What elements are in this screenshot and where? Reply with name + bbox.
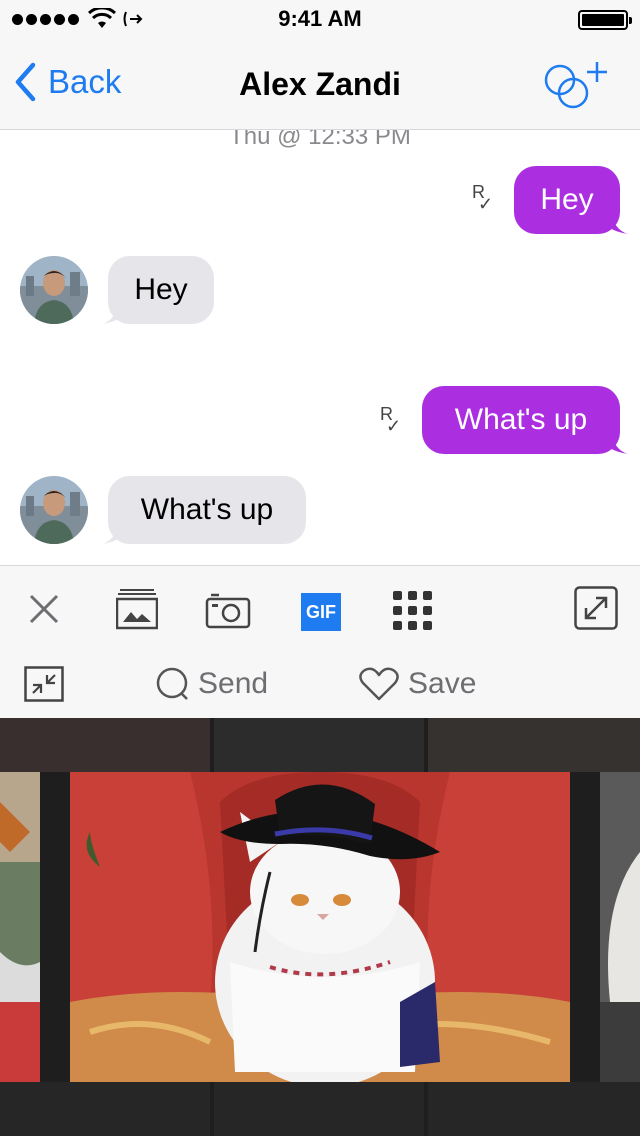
gif-thumbnail[interactable] [428,718,640,772]
bubble-tail [102,300,120,324]
bubble-tail [102,520,120,544]
incoming-message[interactable]: Hey [108,256,214,324]
apps-grid-icon[interactable] [392,590,434,632]
message-text: Hey [540,183,594,216]
avatar[interactable] [20,476,88,544]
heart-icon [359,667,399,701]
status-time: 9:41 AM [278,6,362,31]
read-receipt-icon: R ✓ [472,182,494,214]
status-bar: 9:41 AM [0,0,640,40]
collapse-icon[interactable] [24,666,64,702]
add-participant-icon[interactable] [542,60,612,112]
gif-thumbnail[interactable] [214,718,424,772]
gif-label: GIF [306,601,336,622]
gif-preview-next[interactable] [600,772,640,1082]
bubble-tail [610,430,628,454]
bubble-tail [610,210,628,234]
camera-icon[interactable] [205,593,251,629]
message-text: Hey [134,273,188,306]
save-button[interactable]: Save [358,666,476,702]
navigation-header: 9:41 AM Back Alex Zandi [0,0,640,130]
gif-thumbnail[interactable] [214,1082,424,1136]
send-button[interactable]: Send [154,666,268,702]
message-text: What's up [454,403,588,436]
read-receipt-icon: R ✓ [380,404,402,436]
outgoing-message[interactable]: Hey [514,166,620,234]
gif-thumbnail[interactable] [428,1082,640,1136]
close-icon[interactable] [28,593,60,625]
battery-icon [578,10,632,30]
gif-button[interactable]: GIF [301,593,341,631]
incoming-message[interactable]: What's up [108,476,306,544]
gif-thumbnail[interactable] [0,1082,210,1136]
save-label: Save [408,667,477,700]
avatar-photo [20,256,88,324]
avatar-photo [20,476,88,544]
photo-library-icon[interactable] [116,588,158,630]
gif-preview-cat-with-hat[interactable] [70,772,570,1082]
gif-preview-previous[interactable] [0,772,40,1082]
chat-bubble-icon [156,667,188,700]
send-label: Send [198,667,269,700]
gif-thumbnail[interactable] [0,718,210,772]
composer-toolbar: GIF Send Save [0,565,640,718]
gif-carousel[interactable] [0,718,640,1136]
outgoing-message[interactable]: What's up [422,386,620,454]
expand-icon[interactable] [574,586,618,630]
avatar[interactable] [20,256,88,324]
message-text: What's up [140,493,274,526]
